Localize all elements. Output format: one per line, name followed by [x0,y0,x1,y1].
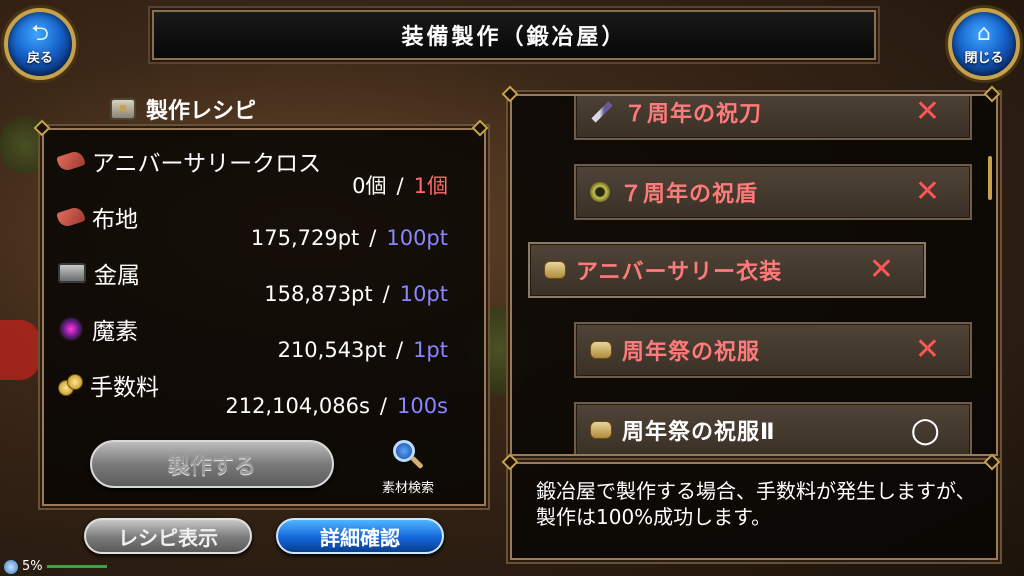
recipe-list-item[interactable]: 周年祭の祝服 ✕ [574,322,972,378]
scroll-icon [590,421,612,439]
recipe-item-name: ７周年の祝刀 [624,102,763,127]
not-craftable-mark: ✕ [914,332,940,367]
cloth-icon [56,149,86,173]
material-sep: / [395,338,404,362]
material-need: 10pt [399,282,448,306]
material-name: 手数料 [90,375,159,401]
home-icon: ⌂ [977,20,991,46]
loading-indicator: 5% [4,559,107,574]
material-name-row: 魔素 [58,312,138,346]
shield-icon [590,182,610,202]
material-have: 175,729pt [250,226,360,250]
coin-icon [58,374,83,396]
recipe-item-name: ７周年の祝盾 [620,182,759,207]
craftable-mark: ○ [910,410,940,450]
loading-percent: 5% [22,559,43,574]
recipe-list-panel[interactable]: ７周年の祝刀 ✕ ７周年の祝盾 ✕ アニバーサリー衣装 ✕ 周年祭の祝服 ✕ 周… [510,94,998,456]
material-search-button[interactable]: 素材検索 [368,440,448,496]
material-amount: 210,543pt / 1pt [278,338,448,362]
material-amount: 158,873pt / 10pt [264,282,448,306]
metal-icon [58,263,86,283]
not-craftable-mark: ✕ [868,252,894,287]
back-button-label: 戻る [26,50,53,66]
loading-bar [46,565,107,568]
back-button[interactable]: ⮌ 戻る [4,8,76,80]
material-sep: / [382,282,390,306]
recipe-list-item[interactable]: ７周年の祝刀 ✕ [574,94,972,140]
material-name-row: 布地 [56,200,138,234]
recipe-view-button[interactable]: レシピ表示 [84,518,252,554]
material-sep: / [369,226,377,250]
recipe-list-item[interactable]: 周年祭の祝服Ⅱ ○ [574,402,972,454]
craft-button[interactable]: 製作する [90,440,334,488]
material-name: 布地 [92,207,138,233]
chest-icon [110,98,136,120]
material-name-row: アニバーサリークロス [56,144,322,178]
material-need: 100pt [386,226,448,250]
recipe-list-item-selected[interactable]: アニバーサリー衣装 ✕ [528,242,926,298]
list-scrollbar[interactable] [988,156,992,200]
magic-orb-icon [62,320,80,338]
material-name: アニバーサリークロス [92,151,322,177]
material-have: 212,104,086s [225,394,370,418]
recipe-list-item[interactable]: ７周年の祝盾 ✕ [574,164,972,220]
material-name: 魔素 [92,319,138,345]
material-sep: / [379,394,387,418]
material-have: 158,873pt [264,282,373,306]
material-have: 0個 [352,174,387,198]
sword-icon [591,101,613,123]
scroll-icon [590,341,612,359]
page-title: 装備製作（鍛冶屋） [152,10,876,60]
close-button-label: 閉じる [964,50,1004,66]
material-amount: 175,729pt / 100pt [251,226,448,250]
recipe-heading: 製作レシピ [146,99,257,124]
recipe-item-name: 周年祭の祝服Ⅱ [622,420,776,445]
scroll-icon [544,261,566,279]
recipe-item-name: 周年祭の祝服 [622,340,761,365]
cloth-icon [56,205,86,229]
material-name-row: 手数料 [58,368,159,402]
loading-icon [4,559,18,574]
magnifier-icon [391,440,425,473]
material-need: 1個 [413,174,448,198]
material-have: 210,543pt [277,338,386,362]
not-craftable-mark: ✕ [914,94,940,129]
close-button[interactable]: ⌂ 閉じる [948,8,1020,80]
not-craftable-mark: ✕ [914,174,940,209]
detail-button[interactable]: 詳細確認 [276,518,444,554]
material-amount: 0個 / 1個 [352,170,448,200]
material-search-label: 素材検索 [381,481,434,496]
material-name: 金属 [94,263,140,289]
recipe-header: 製作レシピ [110,92,350,126]
info-text: 鍛冶屋で製作する場合、手数料が発生しますが、製作は100%成功します。 [536,479,976,529]
back-arrow-icon: ⮌ [31,20,49,46]
material-need: 100s [396,394,448,418]
material-name-row: 金属 [58,256,140,290]
recipe-item-name: アニバーサリー衣装 [576,260,783,285]
material-amount: 212,104,086s / 100s [225,394,448,418]
material-sep: / [396,174,404,198]
material-need: 1pt [413,338,448,362]
